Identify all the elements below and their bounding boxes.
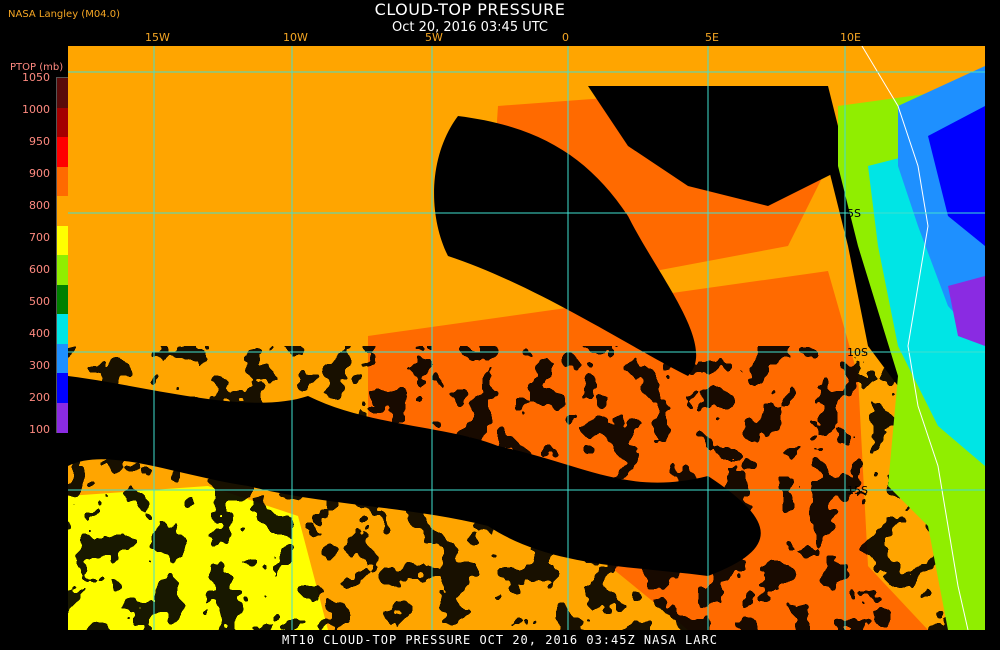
colorbar-label: 950	[29, 135, 50, 148]
longitude-label: 5W	[425, 31, 443, 44]
colorbar-label: 900	[29, 167, 50, 180]
colorbar-label: 1050	[22, 71, 50, 84]
longitude-label: 5E	[705, 31, 719, 44]
map-title: CLOUD-TOP PRESSURE	[374, 0, 566, 19]
colorbar-label: 1000	[22, 103, 50, 116]
latitude-label: 10S	[847, 346, 868, 359]
longitude-label: 0	[562, 31, 569, 44]
colorbar-label: 100	[29, 423, 50, 436]
latitude-label: 5S	[847, 207, 861, 220]
longitude-label: 10E	[840, 31, 861, 44]
colorbar-label: 700	[29, 231, 50, 244]
colorbar-label: 300	[29, 359, 50, 372]
footer-caption: MT10 CLOUD-TOP PRESSURE OCT 20, 2016 03:…	[282, 633, 718, 647]
colorbar-label: 200	[29, 391, 50, 404]
colorbar-label: 500	[29, 295, 50, 308]
credit-label: NASA Langley (M04.0)	[8, 9, 120, 20]
longitude-label: 15W	[145, 31, 170, 44]
colorbar-label: 800	[29, 199, 50, 212]
latitude-label: 15S	[847, 484, 868, 497]
map-timestamp: Oct 20, 2016 03:45 UTC	[392, 20, 548, 35]
colorbar-label: 600	[29, 263, 50, 276]
cloud-top-pressure-map: 5S 10S 15S	[68, 46, 985, 630]
colorbar-label: 400	[29, 327, 50, 340]
longitude-label: 10W	[283, 31, 308, 44]
